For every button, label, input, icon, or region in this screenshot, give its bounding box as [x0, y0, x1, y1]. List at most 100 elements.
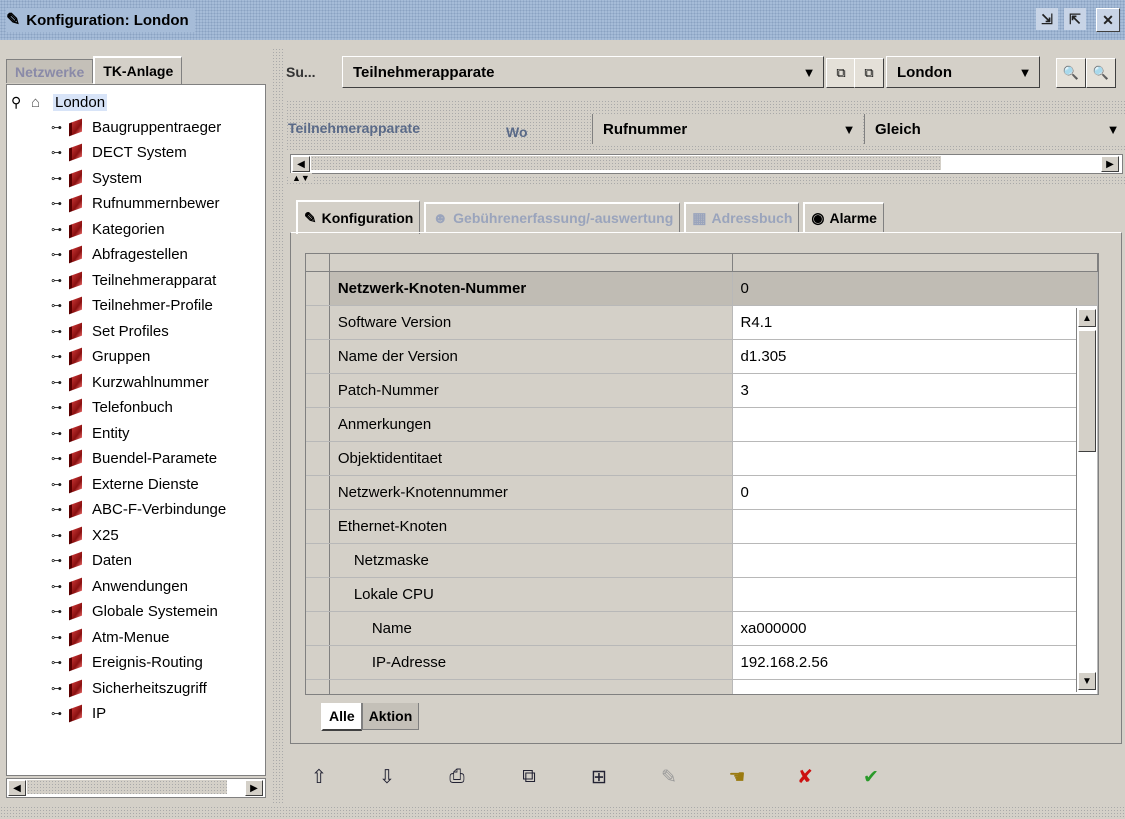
site-combo[interactable]: London ▼ — [886, 56, 1040, 88]
tab-gebuehrenerfassung[interactable]: ☻ Gebührenerfassung/-auswertung — [424, 202, 681, 232]
operator-combo[interactable]: Gleich ▼ — [864, 114, 1125, 144]
splitter-arrows-icon[interactable]: ▲▼ — [290, 173, 312, 183]
tree-handle-icon[interactable]: ⊶ — [51, 478, 69, 491]
tree-horizontal-scrollbar[interactable]: ◀ ▶ — [6, 778, 266, 798]
table-row[interactable]: Netzmaske — [306, 543, 1098, 578]
tree-handle-icon[interactable]: ⊶ — [51, 427, 69, 440]
property-value[interactable] — [732, 407, 1098, 442]
tree-handle-icon[interactable]: ⊶ — [51, 452, 69, 465]
paste-icon[interactable]: ⧉ — [854, 58, 884, 88]
grid-header-name[interactable] — [329, 254, 733, 272]
object-type-combo[interactable]: Teilnehmerapparate ▼ — [342, 56, 824, 88]
tree-item[interactable]: ⊶ Ereignis-Routing — [51, 651, 203, 675]
scroll-left-icon[interactable]: ◀ — [292, 156, 310, 172]
tab-konfiguration[interactable]: ✎ Konfiguration — [296, 200, 421, 234]
tree-handle-icon[interactable]: ⊶ — [51, 656, 69, 669]
tree-handle-icon[interactable]: ⊶ — [51, 248, 69, 261]
table-row[interactable]: Lokale CPU — [306, 577, 1098, 612]
find-all-icon[interactable]: 🔍 — [1086, 58, 1116, 88]
row-header[interactable] — [306, 271, 330, 306]
property-value[interactable] — [732, 509, 1098, 544]
tree-handle-icon[interactable]: ⊶ — [51, 172, 69, 185]
move-up-icon[interactable]: ⇧ — [306, 764, 332, 790]
tree-item[interactable]: ⊶ Kurzwahlnummer — [51, 370, 209, 394]
tab-alle[interactable]: Alle — [321, 703, 362, 731]
tree-handle-icon[interactable]: ⊶ — [51, 631, 69, 644]
chevron-down-icon[interactable]: ▼ — [1099, 122, 1125, 137]
tree-handle-icon[interactable]: ⊶ — [51, 529, 69, 542]
tree-item[interactable]: ⊶ Baugruppentraeger — [51, 115, 221, 139]
chevron-down-icon[interactable]: ▼ — [1011, 65, 1039, 80]
table-row[interactable] — [306, 679, 1098, 694]
row-header[interactable] — [306, 577, 330, 612]
table-row[interactable]: Patch-Nummer 3 — [306, 373, 1098, 408]
tree-item[interactable]: ⊶ DECT System — [51, 141, 187, 165]
scroll-left-icon[interactable]: ◀ — [8, 780, 26, 796]
hand-icon[interactable]: ☚ — [724, 764, 750, 790]
move-down-icon[interactable]: ⇩ — [374, 764, 400, 790]
scrollbar-thumb[interactable] — [1078, 330, 1096, 452]
table-row[interactable]: Netzwerk-Knoten-Nummer 0 — [306, 271, 1098, 306]
scroll-right-icon[interactable]: ▶ — [245, 780, 263, 796]
tree-item[interactable]: ⊶ Kategorien — [51, 217, 165, 241]
field-combo[interactable]: Rufnummer ▼ — [592, 114, 863, 144]
tree-item[interactable]: ⊶ Abfragestellen — [51, 243, 188, 267]
row-header[interactable] — [306, 543, 330, 578]
tree-handle-icon[interactable]: ⊶ — [51, 350, 69, 363]
tree-item[interactable]: ⊶ Entity — [51, 421, 130, 445]
table-row[interactable]: Objektidentitaet — [306, 441, 1098, 476]
tree-handle-icon[interactable]: ⊶ — [51, 146, 69, 159]
table-row[interactable]: Name xa000000 — [306, 611, 1098, 646]
row-header[interactable] — [306, 373, 330, 408]
grid-vertical-scrollbar[interactable]: ▲ ▼ — [1076, 308, 1097, 692]
tab-adressbuch[interactable]: ▦ Adressbuch — [684, 202, 800, 232]
tree-item[interactable]: ⊶ Teilnehmer-Profile — [51, 294, 213, 318]
property-value[interactable] — [732, 441, 1098, 476]
table-row[interactable]: Anmerkungen — [306, 407, 1098, 442]
scrollbar-thumb[interactable] — [27, 780, 227, 794]
print-icon[interactable]: ⎙ — [444, 764, 470, 790]
property-value[interactable]: xa000000 — [732, 611, 1098, 646]
delete-icon[interactable]: ✘ — [792, 764, 818, 790]
row-header[interactable] — [306, 305, 330, 340]
tree-item[interactable]: ⊶ Sicherheitszugriff — [51, 676, 207, 700]
property-value[interactable]: 3 — [732, 373, 1098, 408]
tree-item[interactable]: ⊶ Teilnehmerapparat — [51, 268, 216, 292]
maximize-icon[interactable]: ⇱ — [1064, 8, 1086, 30]
tab-aktion[interactable]: Aktion — [361, 703, 420, 730]
tree-item[interactable]: ⊶ Atm-Menue — [51, 625, 170, 649]
tree-item[interactable]: ⊶ Daten — [51, 549, 132, 573]
scroll-right-icon[interactable]: ▶ — [1101, 156, 1119, 172]
tree-handle-icon[interactable]: ⊶ — [51, 274, 69, 287]
tree-item[interactable]: ⊶ System — [51, 166, 142, 190]
property-value[interactable] — [732, 543, 1098, 578]
row-header[interactable] — [306, 509, 330, 544]
tree-item[interactable]: ⊶ Anwendungen — [51, 574, 188, 598]
table-row[interactable]: Ethernet-Knoten — [306, 509, 1098, 544]
chevron-down-icon[interactable]: ▼ — [795, 65, 823, 80]
tab-alarme[interactable]: ◉ Alarme — [803, 202, 884, 232]
tree-item[interactable]: ⊶ ABC-F-Verbindunge — [51, 498, 226, 522]
tree-handle-icon[interactable]: ⊶ — [51, 197, 69, 210]
scroll-down-icon[interactable]: ▼ — [1078, 672, 1096, 690]
row-header[interactable] — [306, 441, 330, 476]
tree-handle-icon[interactable]: ⊶ — [51, 580, 69, 593]
row-header[interactable] — [306, 679, 330, 694]
tree-handle-icon[interactable]: ⊶ — [51, 707, 69, 720]
table-row[interactable]: Software Version R4.1 — [306, 305, 1098, 340]
tree-item[interactable]: ⊶ Set Profiles — [51, 319, 169, 343]
property-value[interactable]: R4.1 — [732, 305, 1098, 340]
tree-handle-icon[interactable]: ⊶ — [51, 223, 69, 236]
tree-root[interactable]: ⚲ ⌂ London — [11, 91, 108, 113]
table-row[interactable]: IP-Adresse 192.168.2.56 — [306, 645, 1098, 680]
horizontal-splitter[interactable]: ▲▼ — [286, 173, 1125, 186]
tree-handle-icon[interactable]: ⊶ — [51, 605, 69, 618]
tab-tk-anlage[interactable]: TK-Anlage — [93, 56, 183, 84]
panel-splitter[interactable] — [272, 48, 284, 803]
tree-expand-icon[interactable]: ⚲ — [11, 94, 31, 111]
tree-item[interactable]: ⊶ X25 — [51, 523, 119, 547]
close-icon[interactable]: ✕ — [1096, 8, 1120, 32]
table-row[interactable]: Netzwerk-Knotennummer 0 — [306, 475, 1098, 510]
tree-handle-icon[interactable]: ⊶ — [51, 503, 69, 516]
tree-item[interactable]: ⊶ Rufnummernbewer — [51, 192, 220, 216]
